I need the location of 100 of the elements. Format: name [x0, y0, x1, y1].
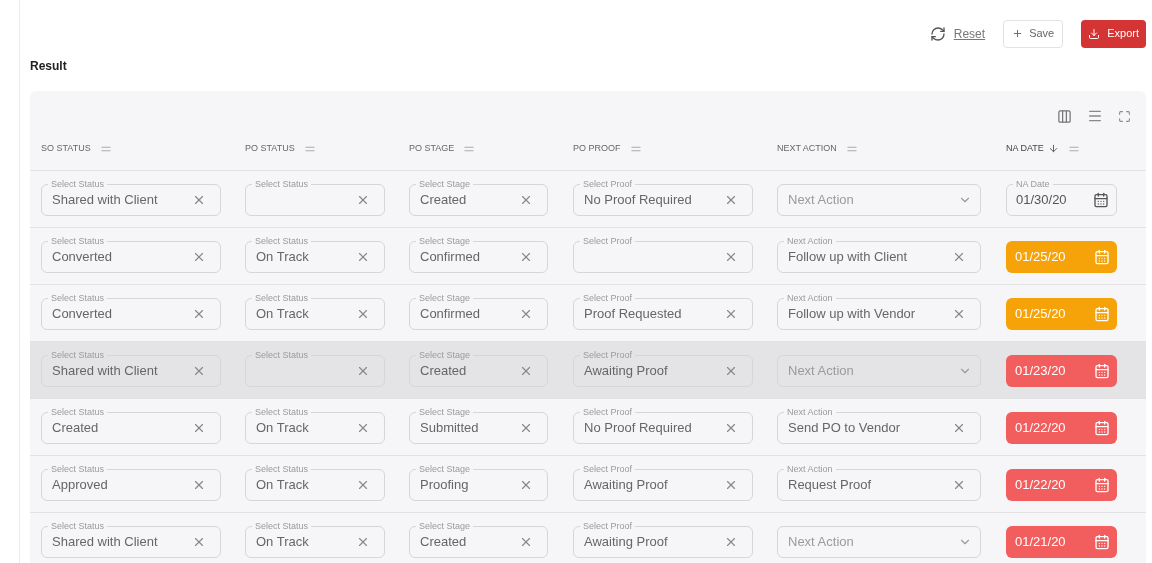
date-value: 01/25/20 [1015, 248, 1067, 267]
date-field[interactable]: 01/21/20 [1006, 526, 1117, 558]
field-label: Select Proof [580, 178, 636, 190]
field-value: No Proof Required [584, 419, 693, 438]
date-field[interactable]: 01/22/20 [1006, 412, 1117, 444]
calendar-icon[interactable] [1094, 420, 1110, 436]
field-label: Select Stage [416, 292, 474, 304]
field-label: Select Status [48, 406, 108, 418]
field-label: Next Action [784, 463, 836, 475]
field-label: Select Stage [416, 520, 474, 532]
calendar-icon[interactable] [1094, 477, 1110, 493]
field-label: Select Proof [580, 349, 636, 361]
field-value: Follow up with Vendor [788, 305, 917, 324]
field-value: Created [420, 191, 468, 210]
clear-icon[interactable] [192, 250, 206, 264]
date-value: 01/23/20 [1015, 362, 1067, 381]
field-label: Select Status [252, 178, 312, 190]
date-value: 01/21/20 [1015, 533, 1067, 552]
clear-icon[interactable] [724, 193, 738, 207]
clear-icon[interactable] [356, 250, 370, 264]
clear-icon[interactable] [519, 478, 533, 492]
clear-icon[interactable] [519, 193, 533, 207]
field-value: On Track [256, 248, 310, 267]
field-label: Select Stage [416, 235, 474, 247]
field-placeholder: Next Action [788, 191, 855, 210]
export-button[interactable]: Export [1081, 19, 1146, 48]
field-value: Created [420, 533, 468, 552]
field-value: Awaiting Proof [584, 476, 669, 495]
clear-icon[interactable] [192, 535, 206, 549]
field-label: Select Proof [580, 406, 636, 418]
field-placeholder: Next Action [788, 533, 855, 552]
clear-icon[interactable] [952, 250, 966, 264]
field-value: On Track [256, 476, 310, 495]
clear-icon[interactable] [724, 364, 738, 378]
sort-arrow-icon[interactable] [1047, 143, 1059, 154]
clear-icon[interactable] [356, 535, 370, 549]
clear-icon[interactable] [724, 307, 738, 321]
field-value: Proofing [420, 476, 470, 495]
clear-icon[interactable] [952, 307, 966, 321]
field-value: Proof Requested [584, 305, 683, 324]
field-label: Select Status [252, 406, 312, 418]
clear-icon[interactable] [192, 364, 206, 378]
clear-icon[interactable] [356, 193, 370, 207]
density-icon[interactable] [1087, 108, 1103, 124]
clear-icon[interactable] [952, 421, 966, 435]
section-title: Result [30, 58, 68, 75]
column-header[interactable]: NEXT ACTION [777, 141, 837, 156]
column-header[interactable]: NA DATE [1006, 141, 1044, 156]
clear-icon[interactable] [952, 478, 966, 492]
calendar-icon[interactable] [1094, 534, 1110, 550]
fullscreen-icon[interactable] [1118, 109, 1131, 123]
field-value: Awaiting Proof [584, 533, 669, 552]
calendar-icon[interactable] [1093, 192, 1109, 208]
clear-icon[interactable] [356, 364, 370, 378]
clear-icon[interactable] [192, 193, 206, 207]
clear-icon[interactable] [192, 478, 206, 492]
clear-icon[interactable] [724, 535, 738, 549]
field-label: Select Proof [580, 463, 636, 475]
field-label: Select Proof [580, 235, 636, 247]
field-value: Follow up with Client [788, 248, 909, 267]
clear-icon[interactable] [519, 307, 533, 321]
field-value: Shared with Client [52, 533, 159, 552]
clear-icon[interactable] [519, 535, 533, 549]
clear-icon[interactable] [192, 421, 206, 435]
download-icon [1088, 27, 1101, 40]
clear-icon[interactable] [356, 421, 370, 435]
field-value: Created [420, 362, 468, 381]
column-header[interactable]: PO STATUS [245, 141, 295, 156]
date-field[interactable]: 01/22/20 [1006, 469, 1117, 501]
clear-icon[interactable] [519, 364, 533, 378]
clear-icon[interactable] [356, 478, 370, 492]
field-value: On Track [256, 533, 310, 552]
field-value: No Proof Required [584, 191, 693, 210]
clear-icon[interactable] [519, 250, 533, 264]
clear-icon[interactable] [724, 250, 738, 264]
calendar-icon[interactable] [1094, 363, 1110, 379]
clear-icon[interactable] [724, 421, 738, 435]
column-header[interactable]: PO PROOF [573, 141, 621, 156]
date-value: 01/22/20 [1015, 476, 1067, 495]
columns-icon[interactable] [1057, 108, 1072, 124]
date-field[interactable]: 01/23/20 [1006, 355, 1117, 387]
column-header[interactable]: SO STATUS [41, 141, 91, 156]
field-value: Send PO to Vendor [788, 419, 902, 438]
field-label: Select Status [252, 463, 312, 475]
field-label: Select Stage [416, 178, 474, 190]
clear-icon[interactable] [519, 421, 533, 435]
field-label: Select Status [252, 349, 312, 361]
clear-icon[interactable] [356, 307, 370, 321]
save-button[interactable]: Save [1003, 19, 1064, 48]
field-label: Select Status [48, 520, 108, 532]
field-value: Approved [52, 476, 109, 495]
field-label: Select Stage [416, 406, 474, 418]
clear-icon[interactable] [724, 478, 738, 492]
reset-link[interactable]: Reset [953, 24, 986, 43]
field-label: Select Stage [416, 349, 474, 361]
column-header[interactable]: PO STAGE [409, 141, 455, 156]
field-label: Next Action [784, 406, 836, 418]
field-value: Converted [52, 248, 113, 267]
clear-icon[interactable] [192, 307, 206, 321]
field-label: Select Stage [416, 463, 474, 475]
